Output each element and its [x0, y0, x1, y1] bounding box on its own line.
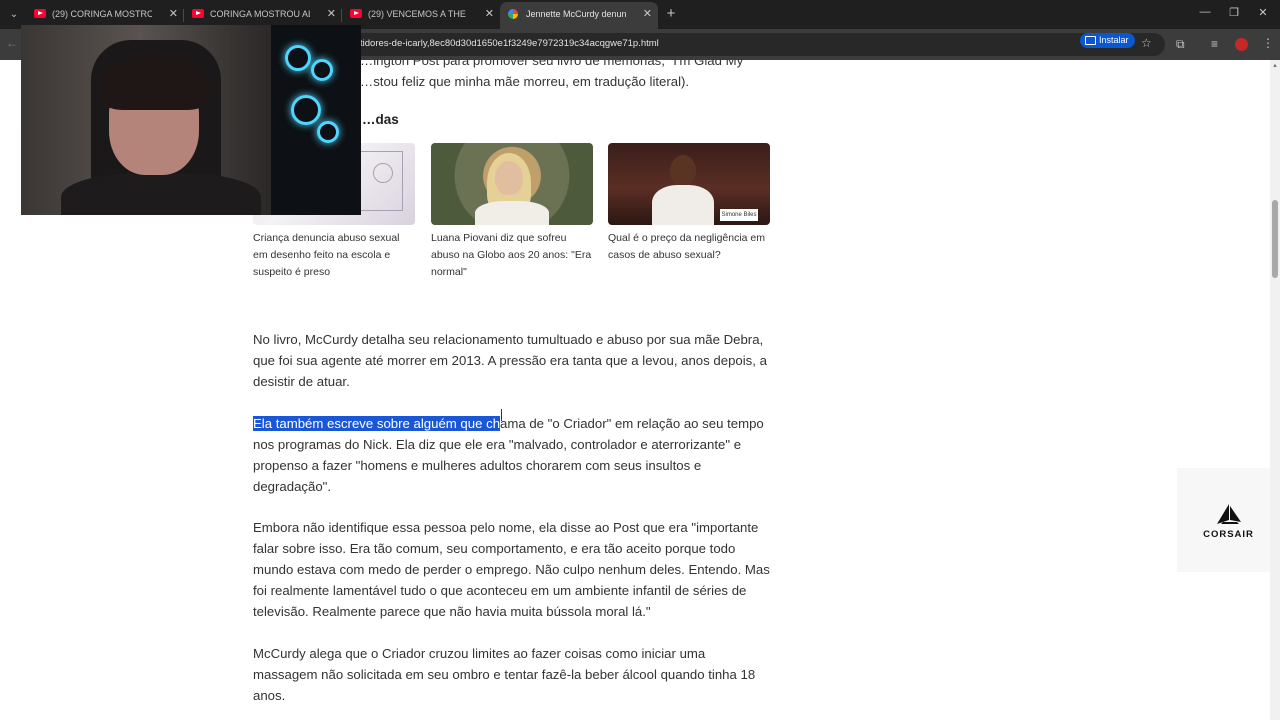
tab-3[interactable]: (29) VENCEMOS A THE MONGO ✕: [342, 2, 500, 29]
install-app-button[interactable]: Instalar: [1080, 33, 1135, 48]
related-caption-1[interactable]: Criança denuncia abuso sexual em desenho…: [253, 230, 415, 281]
ad-brand-name: CORSAIR: [1203, 529, 1254, 540]
tab-3-label: (29) VENCEMOS A THE MONGO: [368, 9, 468, 19]
site-favicon-icon: [508, 9, 518, 19]
related-thumbnail-3[interactable]: Simone Biles: [608, 143, 770, 225]
selected-text: Ela também escreve sobre alguém que ch: [253, 416, 501, 431]
extensions-puzzle-icon[interactable]: ⧉: [1176, 37, 1185, 52]
close-icon[interactable]: ✕: [485, 2, 494, 27]
new-tab-plus-icon[interactable]: +: [662, 5, 680, 23]
related-card-3[interactable]: Simone Biles Qual é o preço da negligênc…: [608, 143, 770, 264]
paragraph-3: Embora não identifique essa pessoa pelo …: [253, 520, 770, 619]
scroll-up-arrow-icon[interactable]: ▲: [1272, 63, 1278, 69]
tab-search-chevron-icon[interactable]: ⌄: [4, 5, 24, 25]
corsair-sails-icon: [1217, 504, 1241, 524]
paragraph-4: McCurdy alega que o Criador cruzou limit…: [253, 646, 756, 703]
related-thumbnail-2[interactable]: [431, 143, 593, 225]
menu-kebab-icon[interactable]: ⋮: [1262, 36, 1274, 50]
minimize-icon[interactable]: —: [1195, 6, 1215, 18]
page-scrollbar[interactable]: ▲: [1270, 60, 1280, 720]
close-icon[interactable]: ✕: [169, 2, 178, 27]
profile-avatar[interactable]: [1235, 38, 1248, 51]
webcam-overlay: [21, 25, 361, 215]
url-text[interactable]: tidores-de-icarly,8ec80d30d1650e1f3249e7…: [360, 38, 659, 49]
related-heading: …das: [362, 112, 399, 127]
back-arrow-icon[interactable]: ←: [6, 36, 18, 50]
paragraph-2: Ela também escreve sobre alguém que cham…: [253, 413, 773, 497]
close-window-icon[interactable]: ✕: [1253, 6, 1273, 19]
tab-2-label: CORINGA MOSTROU ALGO MU: [210, 9, 310, 19]
text-cursor: [501, 409, 502, 421]
corsair-ad[interactable]: CORSAIR: [1177, 468, 1280, 572]
youtube-icon: [350, 9, 362, 18]
close-icon[interactable]: ✕: [643, 2, 652, 27]
youtube-icon: [192, 9, 204, 18]
tab-1-label: (29) CORINGA MOSTROU ALGO: [52, 9, 152, 19]
related-caption-3[interactable]: Qual é o preço da negligência em casos d…: [608, 230, 770, 264]
tab-4-active[interactable]: Jennette McCurdy denuncia abu ✕: [500, 2, 658, 29]
name-placard: Simone Biles: [720, 209, 758, 221]
media-queue-icon[interactable]: ≡: [1211, 37, 1218, 51]
related-card-2[interactable]: Luana Piovani diz que sofreu abuso na Gl…: [431, 143, 593, 281]
paragraph-1: No livro, McCurdy detalha seu relacionam…: [253, 332, 767, 389]
close-icon[interactable]: ✕: [327, 2, 336, 27]
youtube-icon: [34, 9, 46, 18]
restore-icon[interactable]: ❐: [1224, 6, 1244, 19]
scrollbar-thumb[interactable]: [1272, 200, 1278, 278]
bookmark-star-icon[interactable]: ☆: [1141, 36, 1152, 50]
related-caption-2[interactable]: Luana Piovani diz que sofreu abuso na Gl…: [431, 230, 593, 281]
pc-case: [271, 25, 361, 215]
tab-4-label: Jennette McCurdy denuncia abu: [526, 9, 626, 19]
